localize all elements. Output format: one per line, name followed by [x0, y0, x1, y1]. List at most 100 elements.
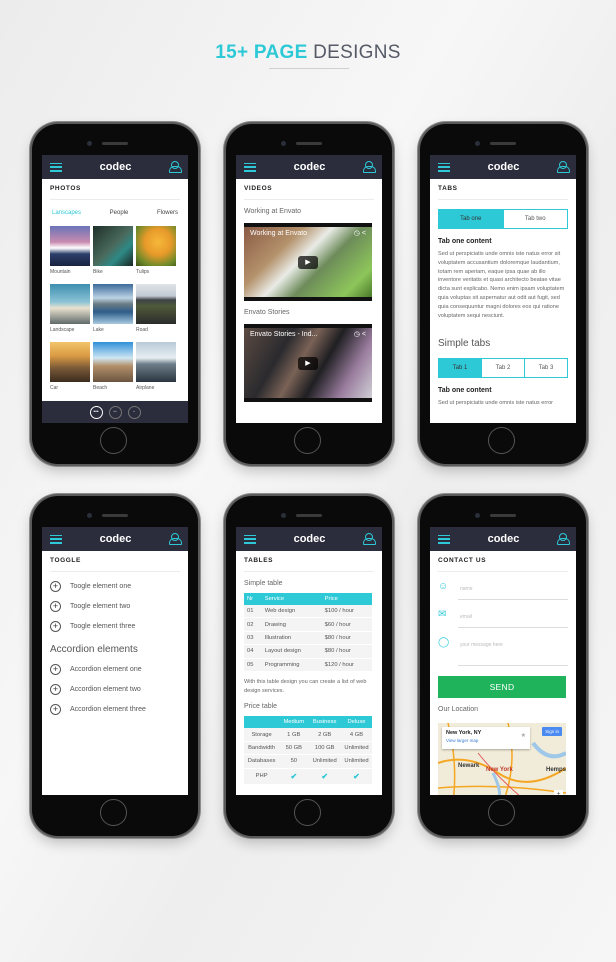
tab-2[interactable]: Tab 2 [481, 359, 524, 378]
photo-item[interactable]: Road [136, 284, 176, 342]
camera [475, 141, 480, 146]
plus-circle-icon: + [50, 704, 61, 715]
hamburger-menu-icon[interactable] [244, 534, 256, 544]
column-header: Deluxe [340, 716, 372, 729]
tab-flowers[interactable]: Flowers [157, 210, 178, 216]
video-label: Working at Envato [244, 208, 302, 215]
user-icon[interactable] [168, 533, 182, 545]
tab-bar: Tab one Tab two [438, 209, 568, 229]
hamburger-menu-icon[interactable] [244, 162, 256, 172]
play-icon[interactable]: ▶ [298, 256, 318, 269]
send-button[interactable]: SEND [438, 676, 566, 698]
accordion-item[interactable]: + Accordion element three [50, 704, 180, 715]
table-note: With this table design you can create a … [244, 678, 367, 694]
app-logo: codec [293, 161, 326, 173]
plus-circle-icon: + [50, 581, 61, 592]
message-textarea[interactable]: your message here [458, 638, 568, 666]
table-cell: Bandwidth [244, 741, 280, 756]
single-view-icon[interactable]: ▪ [127, 405, 141, 419]
tab-3[interactable]: Tab 3 [524, 359, 567, 378]
photo-item[interactable]: Landscape [50, 284, 90, 342]
table-row: Bandwidth 50 GB 100 GB Unlimited [244, 741, 372, 756]
view-switcher-bar: ••• ▪▪ ▪ [42, 401, 188, 423]
person-icon: ☺ [438, 581, 449, 592]
map-label: New York [486, 767, 513, 773]
table-cell: Illustration [261, 631, 322, 646]
tab-one[interactable]: Tab one [439, 210, 503, 228]
accordion-item[interactable]: + Accordion element two [50, 684, 180, 695]
user-icon[interactable] [556, 533, 570, 545]
app-logo: codec [487, 533, 520, 545]
map-sign-in-button[interactable]: Sign in [542, 727, 562, 736]
user-icon[interactable] [168, 161, 182, 173]
speaker [296, 142, 322, 145]
photo-caption: Tulips [136, 269, 150, 275]
photo-item[interactable]: Tulips [136, 226, 176, 284]
accordion-item[interactable]: + Accordion element one [50, 664, 180, 675]
video-label: Envato Stories [244, 309, 290, 316]
photo-caption: Road [136, 327, 148, 333]
app-header: codec [236, 155, 382, 179]
table-cell: 03 [244, 631, 262, 646]
user-icon[interactable] [556, 161, 570, 173]
list-view-icon[interactable]: ••• [89, 405, 103, 419]
table-row: Storage 1 GB 2 GB 4 GB [244, 728, 372, 742]
email-input[interactable]: email [458, 610, 568, 628]
star-icon[interactable]: ★ [521, 732, 526, 739]
photo-item[interactable]: Lake [93, 284, 133, 342]
photo-item[interactable]: Airplane [136, 342, 176, 400]
phone-toggle: codec TOGGLE + Toogle element one + Toogle… [32, 496, 198, 836]
home-button [488, 799, 515, 826]
hamburger-menu-icon[interactable] [438, 534, 450, 544]
video-player[interactable]: Working at Envato ◷ < ▶ [244, 223, 372, 301]
tab-landscapes[interactable]: Lanscapes [52, 210, 81, 216]
check-icon: ✔ [279, 768, 309, 785]
accordion-label: Accordion element one [70, 666, 142, 673]
screen: codec PHOTOS Lanscapes People Flowers Mo… [42, 155, 188, 423]
screen: codec TOGGLE + Toogle element one + Toogle… [42, 527, 188, 795]
tab-1[interactable]: Tab 1 [439, 359, 481, 378]
tab-people[interactable]: People [110, 210, 129, 216]
user-icon[interactable] [362, 161, 376, 173]
photo-thumbnail [93, 284, 133, 324]
column-header: Nr [244, 593, 262, 605]
hamburger-menu-icon[interactable] [438, 162, 450, 172]
table-cell: Unlimited [340, 754, 372, 769]
photo-item[interactable]: Car [50, 342, 90, 400]
map-label: Hempst [546, 767, 566, 773]
location-map[interactable]: Newark New York Hempst New York, NY View… [438, 723, 566, 795]
hamburger-menu-icon[interactable] [50, 162, 62, 172]
video-player[interactable]: Envato Stories - Ind... ◷ < ▶ [244, 324, 372, 402]
play-icon[interactable]: ▶ [298, 357, 318, 370]
table-cell: Drawing [261, 617, 322, 632]
hamburger-menu-icon[interactable] [50, 534, 62, 544]
column-header: Business [308, 716, 341, 729]
user-icon[interactable] [362, 533, 376, 545]
photo-item[interactable]: Bike [93, 226, 133, 284]
watch-later-share-icon[interactable]: ◷ < [354, 229, 366, 237]
watch-later-share-icon[interactable]: ◷ < [354, 330, 366, 338]
photo-caption: Beach [93, 385, 108, 391]
zoom-in-icon[interactable]: + [554, 790, 563, 795]
photo-item[interactable]: Mountain [50, 226, 90, 284]
app-logo: codec [99, 533, 132, 545]
camera [87, 513, 92, 518]
photo-thumbnail [93, 226, 133, 266]
grid-view-icon[interactable]: ▪▪ [108, 405, 122, 419]
tab-two[interactable]: Tab two [502, 210, 568, 228]
toggle-item[interactable]: + Toogle element three [50, 621, 180, 632]
price-table: Medium Business Deluxe Storage 1 GB 2 GB 4 … [244, 716, 372, 785]
view-larger-map-link[interactable]: View larger map [446, 738, 526, 743]
photo-thumbnail [93, 342, 133, 382]
photo-item[interactable]: Beach [93, 342, 133, 400]
toggle-label: Toogle element three [70, 623, 136, 630]
phone-photos: codec PHOTOS Lanscapes People Flowers Mo… [32, 124, 198, 464]
toggle-item[interactable]: + Toogle element two [50, 601, 180, 612]
photo-caption: Car [50, 385, 59, 391]
name-input[interactable]: name [458, 582, 568, 600]
speaker [102, 142, 128, 145]
toggle-item[interactable]: + Toogle element one [50, 581, 180, 592]
column-header: Price [321, 593, 372, 605]
speaker [102, 514, 128, 517]
photo-caption: Mountain [50, 269, 71, 275]
